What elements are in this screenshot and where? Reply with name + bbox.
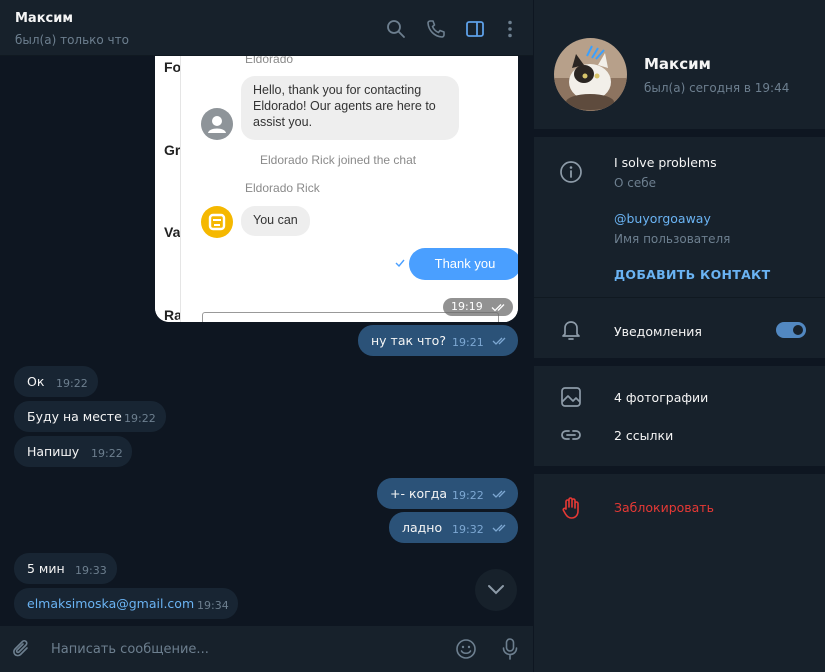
profile-last-seen: был(а) сегодня в 19:44 <box>644 81 790 95</box>
widget-agent-label: Eldorado <box>245 56 294 66</box>
message-input[interactable] <box>51 640 431 658</box>
message-text: +- когда <box>390 486 448 501</box>
agent-avatar-icon <box>201 108 233 140</box>
chat-header: Максим был(а) только что <box>0 0 533 56</box>
profile-username[interactable]: @buyorgoaway <box>614 211 711 226</box>
photos-item[interactable]: 4 фотографии <box>614 390 708 405</box>
message-text: Напишу <box>27 444 80 459</box>
message-text: Ок <box>27 374 45 389</box>
double-check-icon <box>492 337 506 345</box>
screenshot-image[interactable]: Fo Gr Va Ra Eldorado Hello, thank you fo… <box>155 56 518 322</box>
bell-icon <box>562 321 580 340</box>
message-time: 19:34 <box>197 599 229 612</box>
section-divider <box>534 358 825 366</box>
profile-username-label: Имя пользователя <box>614 232 731 246</box>
screenshot-letter: Gr <box>164 142 181 158</box>
links-item[interactable]: 2 ссылки <box>614 428 673 443</box>
widget-greeting-bubble: Hello, thank you for contacting Eldorado… <box>241 76 459 140</box>
message-time: 19:22 <box>91 447 123 460</box>
message-time: 19:33 <box>75 564 107 577</box>
message-bubble-in[interactable]: Ок 19:22 <box>14 366 98 397</box>
emoji-icon[interactable] <box>455 638 477 660</box>
section-divider <box>534 466 825 474</box>
message-text: Буду на месте <box>27 409 122 424</box>
sidebar-toggle-icon[interactable] <box>465 19 485 39</box>
profile-panel: Максим был(а) сегодня в 19:44 I solve pr… <box>533 0 825 672</box>
section-divider <box>534 297 825 298</box>
profile-bio-label: О себе <box>614 176 657 190</box>
widget-joined-text: Eldorado Rick joined the chat <box>260 153 417 167</box>
message-time: 19:22 <box>124 412 156 425</box>
link-icon <box>561 430 581 440</box>
profile-name: Максим <box>644 55 711 73</box>
message-text: ладно <box>402 520 443 535</box>
message-bubble-out[interactable]: ну так что? 19:21 <box>358 325 518 356</box>
chat-status: был(а) только что <box>15 33 129 47</box>
add-contact-button[interactable]: ДОБАВИТЬ КОНТАКТ <box>614 267 770 282</box>
message-bubble-in[interactable]: Напишу 19:22 <box>14 436 132 467</box>
message-bubble-in[interactable]: Буду на месте 19:22 <box>14 401 166 432</box>
eldorado-logo-icon <box>201 206 233 238</box>
double-check-icon <box>492 490 506 498</box>
message-time: 19:22 <box>452 489 484 502</box>
chevron-down-icon <box>488 585 504 595</box>
screenshot-letter: Fo <box>164 59 182 75</box>
avatar[interactable] <box>554 38 627 111</box>
message-text: 5 мин <box>27 561 65 576</box>
toggle-knob <box>791 323 805 337</box>
message-bubble-out[interactable]: ладно 19:32 <box>389 512 518 543</box>
message-time: 19:32 <box>452 523 484 536</box>
email-link[interactable]: elmaksimoska@gmail.com <box>27 596 194 611</box>
message-time: 19:22 <box>56 377 88 390</box>
message-bubble-in[interactable]: 5 мин 19:33 <box>14 553 117 584</box>
search-icon[interactable] <box>386 19 406 39</box>
support-chat-widget: Eldorado Hello, thank you for contacting… <box>180 56 518 322</box>
notifications-toggle[interactable] <box>776 322 806 338</box>
message-time: 19:21 <box>452 336 484 349</box>
message-text: ну так что? <box>371 333 446 348</box>
message-bubble-out[interactable]: +- когда 19:22 <box>377 478 518 509</box>
image-timestamp: 19:19 <box>443 298 513 316</box>
profile-bio: I solve problems <box>614 155 717 170</box>
mic-icon[interactable] <box>500 637 520 661</box>
double-check-icon <box>491 304 505 312</box>
double-check-icon <box>492 524 506 532</box>
notifications-label: Уведомления <box>614 324 702 339</box>
block-user-button[interactable]: Заблокировать <box>614 500 714 515</box>
message-bubble-in[interactable]: elmaksimoska@gmail.com 19:34 <box>14 588 238 619</box>
phone-icon[interactable] <box>426 19 446 39</box>
section-divider <box>534 129 825 137</box>
hand-icon <box>562 497 579 519</box>
photo-icon <box>561 387 581 407</box>
chat-pane: Fo Gr Va Ra Eldorado Hello, thank you fo… <box>0 0 533 672</box>
widget-agent-name: Eldorado Rick <box>245 181 320 195</box>
sent-check-icon <box>395 259 405 267</box>
attach-icon[interactable] <box>12 639 32 661</box>
image-time: 19:19 <box>451 300 483 313</box>
widget-agent-bubble: You can <box>241 206 310 236</box>
message-composer <box>0 626 533 672</box>
widget-user-bubble: Thank you <box>409 248 518 280</box>
chat-title[interactable]: Максим <box>15 11 73 26</box>
more-icon[interactable] <box>500 19 520 39</box>
scroll-down-button[interactable] <box>475 569 517 611</box>
info-icon <box>560 161 582 183</box>
screenshot-page-left: Fo Gr Va Ra <box>155 56 182 322</box>
screenshot-letter: Va <box>164 224 181 240</box>
